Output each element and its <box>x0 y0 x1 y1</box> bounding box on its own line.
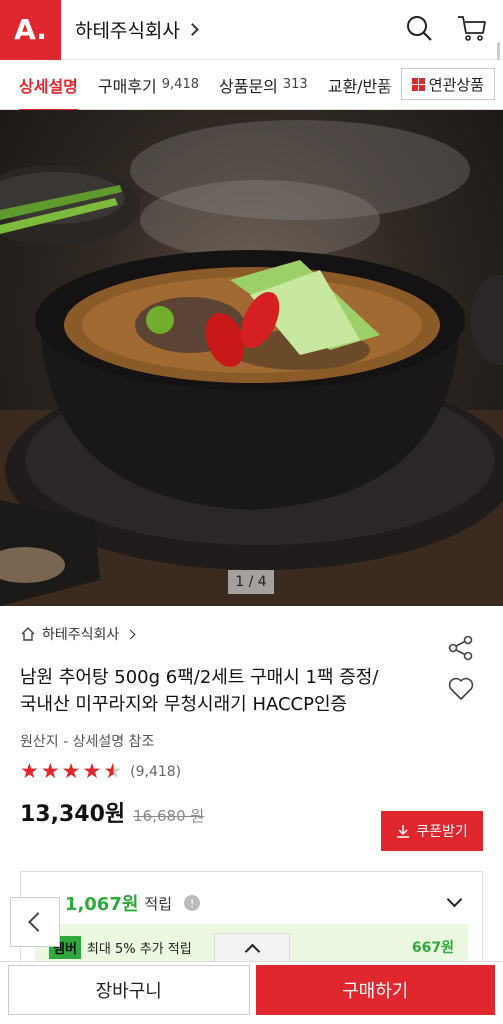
coupon-button[interactable]: 쿠폰받기 <box>381 811 483 851</box>
heart-icon[interactable] <box>448 677 474 705</box>
chevron-right-icon <box>125 629 136 639</box>
star-icon: ★ <box>40 759 60 783</box>
star-icon: ★ <box>82 759 102 783</box>
review-count: (9,418) <box>130 763 182 780</box>
app-logo[interactable]: A. <box>0 0 61 60</box>
related-products-label: 연관상품 <box>428 75 484 94</box>
original-price: 16,680 원 <box>133 807 205 825</box>
tab-reviews[interactable]: 구매후기 9,418 <box>98 60 199 110</box>
top-header: A. 하테주식회사 <box>0 0 503 82</box>
related-products-button[interactable]: 연관상품 <box>400 68 495 100</box>
share-icon[interactable] <box>448 635 474 665</box>
add-to-cart-button[interactable]: 장바구니 <box>8 965 250 1015</box>
brand-link[interactable]: 하테주식회사 <box>20 624 490 644</box>
rating[interactable]: ★ ★ ★ ★ ★ (9,418) <box>20 761 490 782</box>
image-counter: 1 / 4 <box>228 570 274 594</box>
tab-label: 구매후기 <box>97 76 157 96</box>
expand-up-button[interactable] <box>214 933 290 961</box>
home-icon <box>21 627 35 641</box>
tab-label: 상품문의 <box>219 76 278 96</box>
product-origin: 원산지 - 상세설명 참조 <box>20 734 155 750</box>
half-star-icon: ★ <box>103 759 123 783</box>
detail-tabs: 상세설명 구매후기 9,418 상품문의 313 교환/반품 연관상품 <box>0 60 503 111</box>
member-text: 최대 5% 추가 적립 <box>86 941 192 957</box>
cart-icon[interactable] <box>457 14 487 42</box>
points-amount: 1,067원 <box>64 894 139 915</box>
chevron-right-icon <box>186 23 199 36</box>
product-info: 하테주식회사 남원 추어탕 500g 6팩/2세트 구매시 1팩 증정/국내산 … <box>20 624 490 828</box>
tab-count: 9,418 <box>161 77 199 92</box>
chevron-up-icon <box>244 943 260 959</box>
tab-count: 313 <box>282 77 308 92</box>
store-title-link[interactable]: 하테주식회사 <box>75 16 199 43</box>
tab-exchange-return[interactable]: 교환/반품 <box>328 60 392 110</box>
product-image[interactable] <box>0 110 503 606</box>
star-icon: ★ <box>20 759 39 783</box>
chevron-left-icon <box>28 912 48 932</box>
buy-now-button[interactable]: 구매하기 <box>255 965 495 1015</box>
search-icon[interactable] <box>405 14 433 42</box>
brand-name: 하테주식회사 <box>42 627 120 643</box>
tab-inquiries[interactable]: 상품문의 313 <box>219 60 308 110</box>
star-icon: ★ <box>61 759 81 783</box>
store-name: 하테주식회사 <box>75 20 180 42</box>
sale-price: 13,340원 <box>20 802 126 827</box>
bottom-action-bar: 장바구니 구매하기 <box>0 961 503 1024</box>
grid-icon <box>411 77 425 91</box>
coupon-label: 쿠폰받기 <box>416 824 468 840</box>
points-label: 적립 <box>144 894 173 913</box>
tab-label: 교환/반품 <box>327 76 392 96</box>
download-icon <box>397 825 410 838</box>
tab-label: 상세설명 <box>19 76 78 96</box>
tab-description[interactable]: 상세설명 <box>19 60 78 111</box>
info-icon[interactable]: ! <box>184 895 201 911</box>
product-title: 남원 추어탕 500g 6팩/2세트 구매시 1팩 증정/국내산 미꾸라지와 무… <box>20 667 379 715</box>
back-button[interactable] <box>10 897 60 947</box>
member-amount: 667원 <box>411 940 454 956</box>
chevron-down-icon[interactable] <box>446 891 463 908</box>
